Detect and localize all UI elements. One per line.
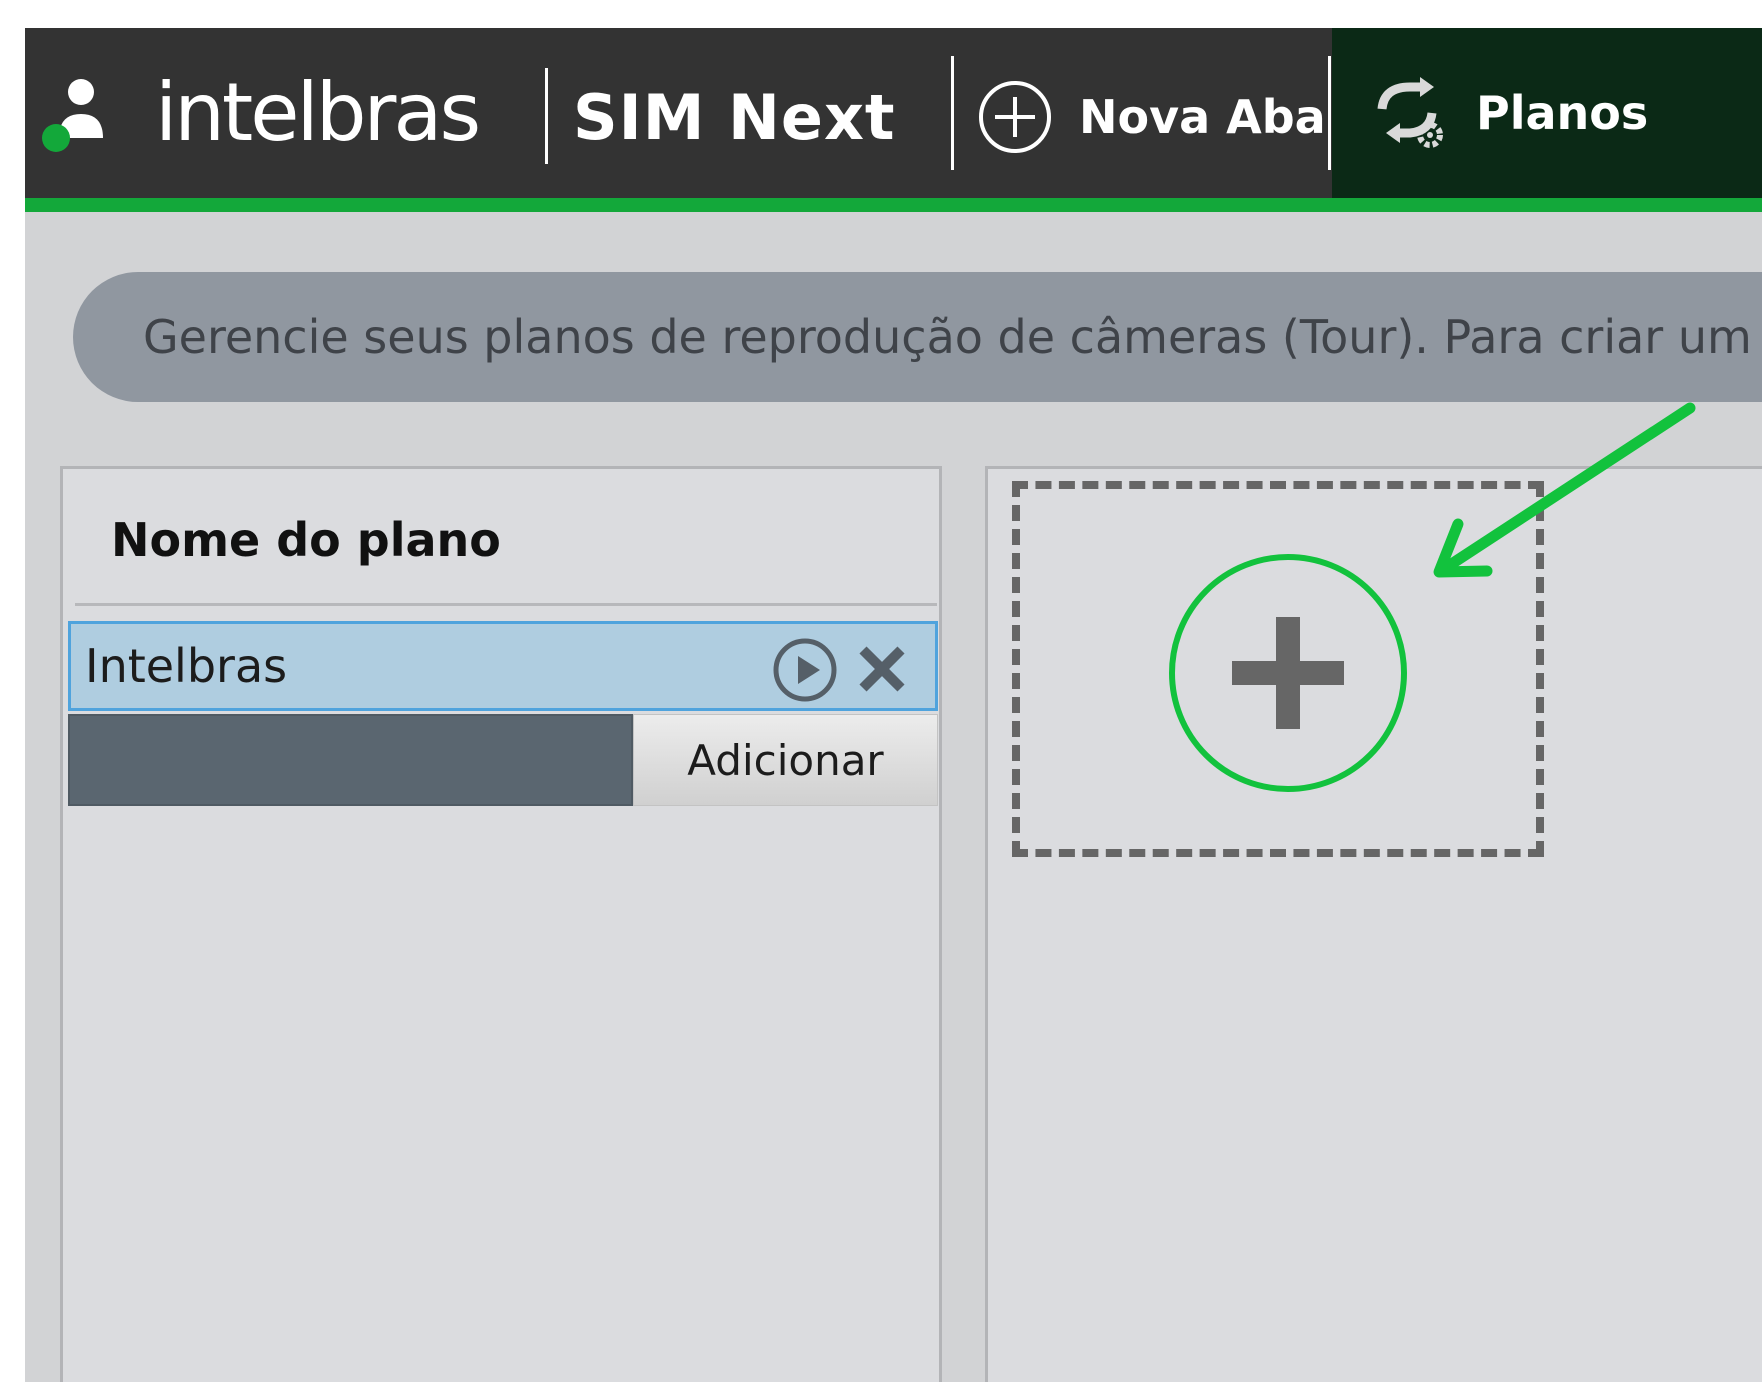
add-plan-button[interactable]: Adicionar <box>633 714 938 806</box>
tab-nova-aba[interactable]: Nova Aba <box>977 74 1326 160</box>
plan-name-column-header: Nome do plano <box>111 513 501 567</box>
plus-circle-icon <box>979 81 1051 153</box>
new-plan-name-input[interactable] <box>68 714 633 806</box>
header-divider <box>75 603 937 606</box>
title-bar: intelbras SIM Next Nova Aba Planos <box>25 28 1762 198</box>
plan-row[interactable]: Intelbras <box>68 621 938 711</box>
add-camera-slot[interactable] <box>1012 481 1544 857</box>
plan-name: Intelbras <box>85 639 288 693</box>
app-window: intelbras SIM Next Nova Aba Planos Geren… <box>25 28 1762 1382</box>
tab-planos[interactable]: Planos <box>1332 28 1762 198</box>
tab-divider <box>1328 56 1331 170</box>
info-banner: Gerencie seus planos de reprodução de câ… <box>73 272 1762 402</box>
tab-divider <box>951 56 954 170</box>
play-circle-icon[interactable] <box>771 636 839 704</box>
info-banner-text: Gerencie seus planos de reprodução de câ… <box>143 310 1752 364</box>
close-icon[interactable] <box>853 640 911 698</box>
add-camera-plus-icon[interactable] <box>1168 553 1408 793</box>
brand-divider <box>545 68 548 164</box>
plan-cameras-panel <box>985 466 1762 1382</box>
product-name: SIM Next <box>573 81 896 154</box>
plans-list-panel: Nome do plano Intelbras Adicionar <box>60 466 942 1382</box>
brand-logo: intelbras <box>155 66 481 159</box>
accent-line <box>25 198 1762 212</box>
tour-plan-icon <box>1377 77 1443 148</box>
tab-label: Nova Aba <box>1079 90 1326 144</box>
tab-label: Planos <box>1476 86 1649 140</box>
user-status-icon[interactable] <box>37 72 107 156</box>
